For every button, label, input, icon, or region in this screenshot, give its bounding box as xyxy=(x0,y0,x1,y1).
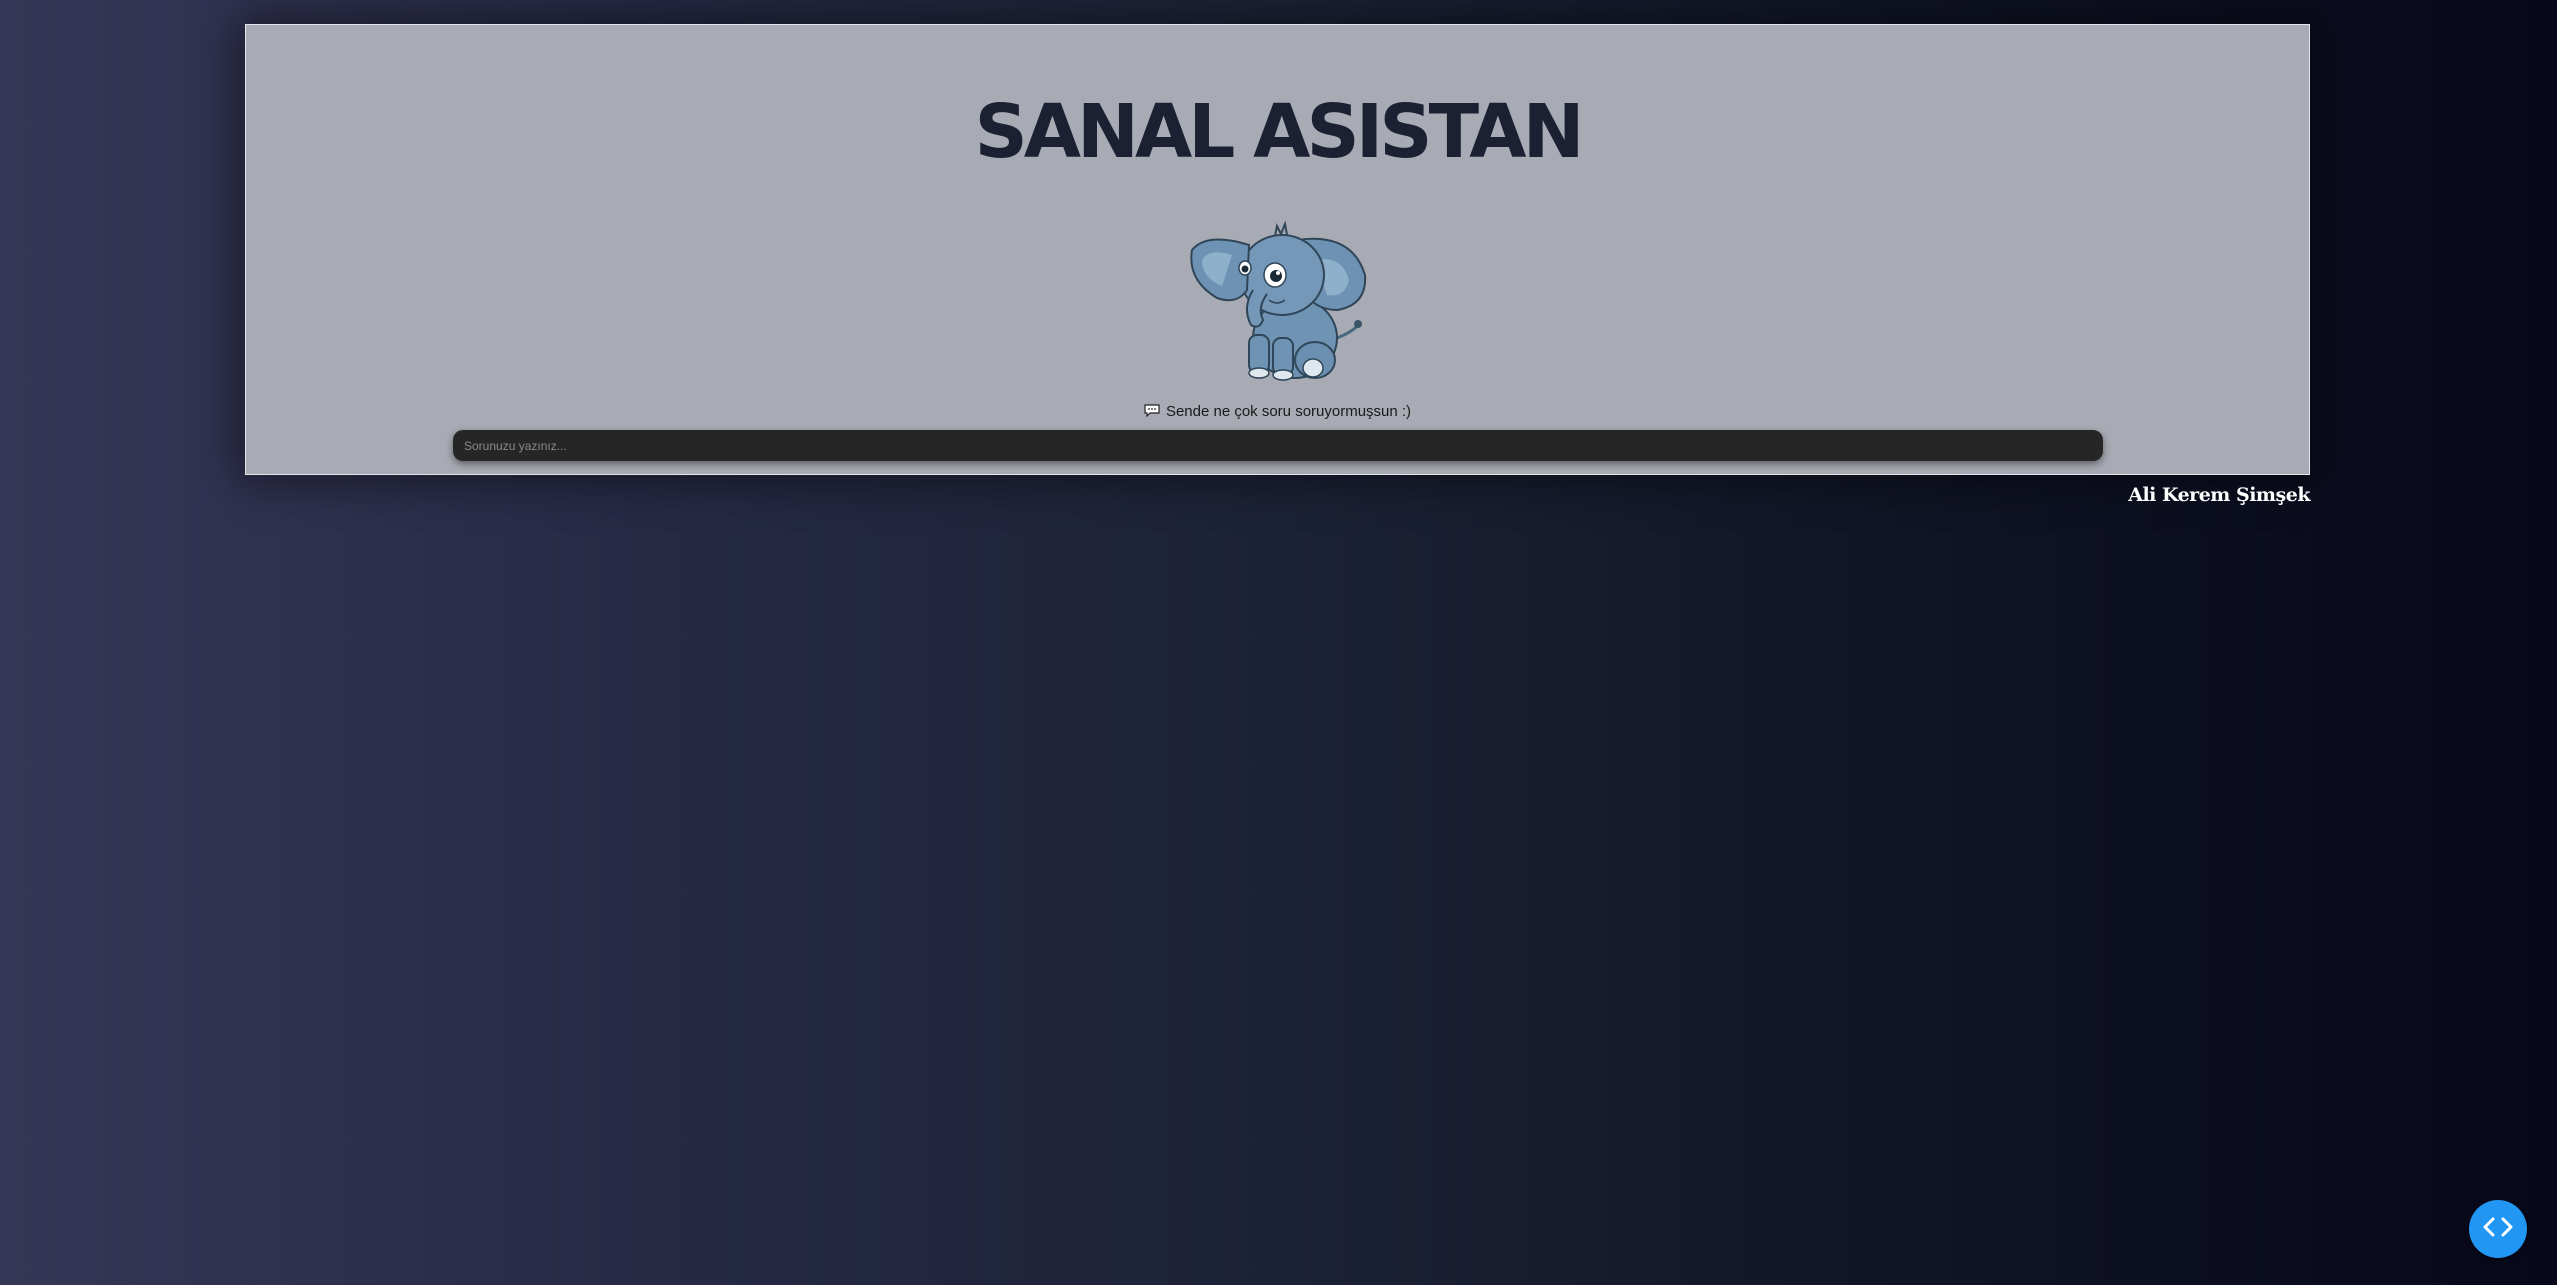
speech-bubble-icon xyxy=(1144,404,1160,418)
code-brackets-icon xyxy=(2481,1215,2515,1244)
author-signature: Ali Kerem Şimşek xyxy=(2128,484,2310,506)
elephant-mascot-icon xyxy=(1187,220,1372,385)
question-input[interactable] xyxy=(453,430,2103,461)
assistant-panel: SANAL ASISTAN Sende ne çok soru soruyorm… xyxy=(245,24,2310,475)
page-title: SANAL ASISTAN xyxy=(974,89,1584,175)
code-toggle-button[interactable] xyxy=(2469,1200,2527,1258)
hint-text: Sende ne çok soru soruyormuşsun :) xyxy=(1165,403,1412,420)
question-input-wrapper[interactable] xyxy=(453,430,2103,461)
hint-message: Sende ne çok soru soruyormuşsun :) xyxy=(246,403,2309,420)
